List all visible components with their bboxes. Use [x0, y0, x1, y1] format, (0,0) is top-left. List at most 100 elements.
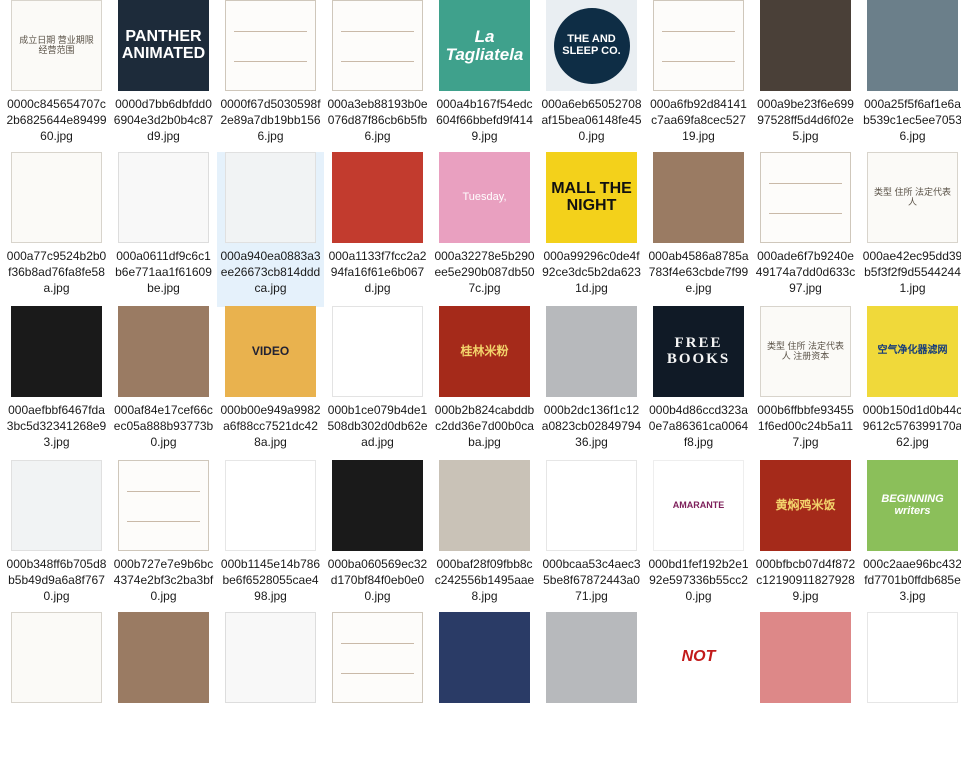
file-item[interactable]: AMARANTE 000bd1fef192b2e192e597336b55cc20…: [645, 460, 752, 615]
thumbnail-caption: Tuesday,: [462, 190, 507, 203]
file-thumbnail: 黄焖鸡米饭: [760, 460, 851, 551]
file-thumbnail: [225, 612, 316, 703]
thumbnail-caption: [590, 504, 594, 508]
file-item[interactable]: 000bcaa53c4aec35be8f67872443a071.jpg: [538, 460, 645, 615]
file-item[interactable]: [3, 612, 110, 767]
file-item[interactable]: 桂林米粉 000b2b824cabddbc2dd36e7d00b0caba.jpg: [431, 306, 538, 461]
thumbnail-caption: [483, 656, 487, 660]
thumbnail-caption: 空气净化器滤网: [877, 345, 948, 357]
file-item[interactable]: 成立日期 营业期限 经营范围 0000c845654707c2b6825644e8…: [3, 0, 110, 155]
file-thumbnail: [653, 152, 744, 243]
file-item[interactable]: 000af84e17cef66cec05a888b93773b0.jpg: [110, 306, 217, 461]
thumbnail-caption: [269, 44, 273, 48]
file-item[interactable]: 000ba060569ec32d170bf84f0eb0e00.jpg: [324, 460, 431, 615]
file-thumbnail: FREE BOOKS: [653, 306, 744, 397]
file-thumbnail: BEGINNING writers: [867, 460, 958, 551]
file-thumbnail: [225, 460, 316, 551]
file-item[interactable]: BEGINNING writers 000c2aae96bc432fd7701b0…: [859, 460, 961, 615]
file-name-label: 000a77c9524b2b0f36b8ad76fa8fe58a.jpg: [6, 249, 107, 295]
file-item[interactable]: 000a0611df9c6c1b6e771aa1f61609be.jpg: [110, 152, 217, 307]
file-item[interactable]: [538, 612, 645, 767]
file-item[interactable]: 类型 住所 法定代表人 注册资本 000b6ffbbfe934551f6ed00c…: [752, 306, 859, 461]
file-thumbnail: [332, 612, 423, 703]
file-item[interactable]: La Tagliatela 000a4b167f54edc604f66bbefd9…: [431, 0, 538, 155]
thumbnail-caption: [55, 350, 59, 354]
thumbnail-caption: [55, 504, 59, 508]
thumbnail-caption: [376, 350, 380, 354]
file-item[interactable]: 000a3eb88193b0e076d87f86cb6b5fb6.jpg: [324, 0, 431, 155]
file-thumbnail: [439, 460, 530, 551]
file-item[interactable]: 000ab4586a8785a783f4e63cbde7f99e.jpg: [645, 152, 752, 307]
file-item[interactable]: 000aefbbf6467fda3bc5d32341268e93.jpg: [3, 306, 110, 461]
file-item[interactable]: 黄焖鸡米饭 000bfbcb07d4f872c121909118279289.jp…: [752, 460, 859, 615]
thumbnail-caption: [697, 44, 701, 48]
file-item[interactable]: 000b1ce079b4de1508db302d0db62ead.jpg: [324, 306, 431, 461]
file-item[interactable]: THE AND SLEEP CO. 000a6eb65052708af15bea0…: [538, 0, 645, 155]
thumbnail-caption: 类型 住所 法定代表人: [873, 187, 951, 207]
file-item[interactable]: 000a25f5f6af1e6ab539c1ec5ee70536.jpg: [859, 0, 961, 155]
thumbnail-caption: NOT: [681, 648, 716, 666]
file-name-label: 000baf28f09fbb8cc242556b1495aae8.jpg: [434, 557, 535, 603]
file-item[interactable]: [110, 612, 217, 767]
file-item[interactable]: 000a9be23f6e69997528ff5d4d6f02e5.jpg: [752, 0, 859, 155]
file-thumbnail: [118, 306, 209, 397]
file-item[interactable]: Tuesday, 000a32278e5b290ee5e290b087db507c…: [431, 152, 538, 307]
file-item[interactable]: PANTHER ANIMATED 0000d7bb6dbfdd06904e3d2b…: [110, 0, 217, 155]
file-thumbnail: 空气净化器滤网: [867, 306, 958, 397]
file-item[interactable]: [752, 612, 859, 767]
file-thumbnail: [332, 306, 423, 397]
file-name-label: 000bfbcb07d4f872c121909118279289.jpg: [755, 557, 856, 603]
file-name-label: 000aefbbf6467fda3bc5d32341268e93.jpg: [6, 403, 107, 449]
file-item[interactable]: 000a940ea0883a3ee26673cb814dddca.jpg: [217, 152, 324, 307]
file-thumbnail: MALL THE NIGHT: [546, 152, 637, 243]
file-name-label: 000b1ce079b4de1508db302d0db62ead.jpg: [327, 403, 428, 449]
file-item[interactable]: 类型 住所 法定代表人 000ae42ec95dd39b5f3f2f9d55442…: [859, 152, 961, 307]
file-item[interactable]: VIDEO 000b00e949a9982a6f88cc7521dc428a.jp…: [217, 306, 324, 461]
file-item[interactable]: 空气净化器滤网 000b150d1d0b44c9612c576399170a62.…: [859, 306, 961, 461]
file-name-label: 000ade6f7b9240e49174a7dd0d633c97.jpg: [755, 249, 856, 295]
thumbnail-caption: [804, 44, 808, 48]
file-name-label: 000a25f5f6af1e6ab539c1ec5ee70536.jpg: [863, 97, 961, 143]
file-item[interactable]: MALL THE NIGHT 000a99296c0de4f92ce3dc5b2d…: [538, 152, 645, 307]
file-item[interactable]: [431, 612, 538, 767]
file-thumbnail: [118, 612, 209, 703]
file-item[interactable]: 000a6fb92d84141c7aa69fa8cec52719.jpg: [645, 0, 752, 155]
file-thumbnail: [225, 152, 316, 243]
file-item[interactable]: 000b2dc136f1c12a0823cb0284979436.jpg: [538, 306, 645, 461]
file-thumbnail: [760, 612, 851, 703]
thumbnail-caption: [376, 656, 380, 660]
file-thumbnail: AMARANTE: [653, 460, 744, 551]
thumbnail-caption: [162, 656, 166, 660]
thumbnail-caption: AMARANTE: [672, 499, 725, 510]
file-name-label: 000a3eb88193b0e076d87f86cb6b5fb6.jpg: [327, 97, 428, 143]
file-item[interactable]: FREE BOOKS 000b4d86ccd323a0e7a86361ca0064…: [645, 306, 752, 461]
file-item[interactable]: 000ade6f7b9240e49174a7dd0d633c97.jpg: [752, 152, 859, 307]
file-thumbnail: VIDEO: [225, 306, 316, 397]
file-name-label: 000ba060569ec32d170bf84f0eb0e00.jpg: [327, 557, 428, 603]
file-name-label: 000c2aae96bc432fd7701b0ffdb685e3.jpg: [863, 557, 961, 603]
file-item[interactable]: 000baf28f09fbb8cc242556b1495aae8.jpg: [431, 460, 538, 615]
file-item[interactable]: NOT: [645, 612, 752, 767]
file-item[interactable]: 000b727e7e9b6bc4374e2bf3c2ba3bf0.jpg: [110, 460, 217, 615]
file-thumbnail: THE AND SLEEP CO.: [546, 0, 637, 91]
file-item[interactable]: 000b348ff6b705d8b5b49d9a6a8f7670.jpg: [3, 460, 110, 615]
file-name-label: 000b6ffbbfe934551f6ed00c24b5a117.jpg: [757, 403, 854, 449]
thumbnail-caption: [269, 656, 273, 660]
file-thumbnail: [760, 152, 851, 243]
file-name-label: 000af84e17cef66cec05a888b93773b0.jpg: [113, 403, 214, 449]
file-item[interactable]: 000b1145e14b786be6f6528055cae498.jpg: [217, 460, 324, 615]
file-item[interactable]: [217, 612, 324, 767]
file-thumbnail: 桂林米粉: [439, 306, 530, 397]
file-item[interactable]: 000a1133f7fcc2a294fa16f61e6b067d.jpg: [324, 152, 431, 307]
file-item[interactable]: [859, 612, 961, 767]
file-name-label: 000b348ff6b705d8b5b49d9a6a8f7670.jpg: [6, 557, 107, 603]
file-thumbnail: [11, 306, 102, 397]
thumbnail-caption: [483, 504, 487, 508]
thumbnail-caption: [697, 196, 701, 200]
file-item[interactable]: 0000f67d5030598f2e89a7db19bb1566.jpg: [217, 0, 324, 155]
file-item[interactable]: 000a77c9524b2b0f36b8ad76fa8fe58a.jpg: [3, 152, 110, 307]
file-thumbnail: [867, 0, 958, 91]
file-thumbnail: Tuesday,: [439, 152, 530, 243]
thumbnail-caption: [376, 196, 380, 200]
file-item[interactable]: [324, 612, 431, 767]
